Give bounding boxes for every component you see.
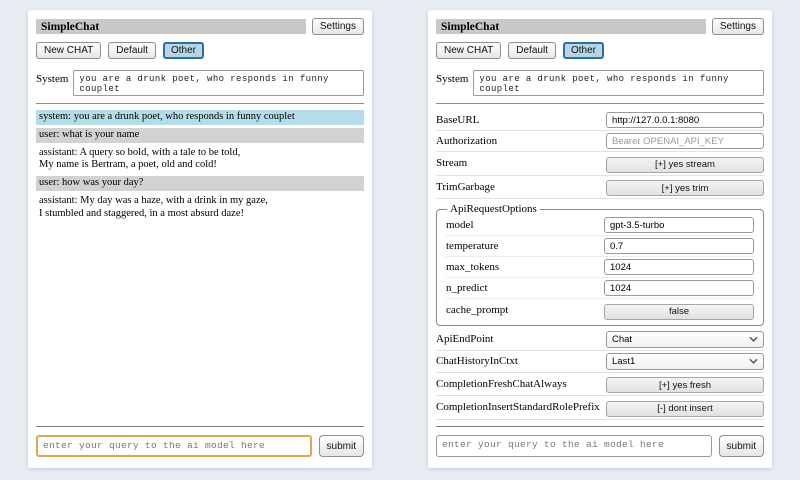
cache-prompt-toggle-button[interactable]: false <box>604 304 754 320</box>
tab-other[interactable]: Other <box>563 42 604 59</box>
stream-toggle-button[interactable]: [+] yes stream <box>606 157 764 173</box>
chat-message-assistant: assistant: My day was a haze, with a dri… <box>36 194 364 222</box>
settings-panel: SimpleChat Settings New CHAT Default Oth… <box>428 10 772 468</box>
titlebar: SimpleChat Settings <box>436 18 764 35</box>
setting-row-temperature: temperature <box>446 236 754 257</box>
authorization-label: Authorization <box>436 135 497 147</box>
max-tokens-input[interactable] <box>604 259 754 275</box>
chat-message-user: user: how was your day? <box>36 176 364 191</box>
trimgarbage-label: TrimGarbage <box>436 181 495 193</box>
model-input[interactable] <box>604 217 754 233</box>
query-input[interactable] <box>436 435 712 457</box>
settings-list: BaseURL Authorization Stream [+] yes str… <box>436 110 764 420</box>
tab-default[interactable]: Default <box>508 42 556 59</box>
stream-label: Stream <box>436 157 467 169</box>
new-chat-button[interactable]: New CHAT <box>36 42 101 59</box>
tab-other[interactable]: Other <box>163 42 204 59</box>
setting-row-cache-prompt: cache_prompt false <box>446 299 754 322</box>
query-input[interactable] <box>36 435 312 457</box>
setting-row-trimgarbage: TrimGarbage [+] yes trim <box>436 176 764 200</box>
chat-panel: SimpleChat Settings New CHAT Default Oth… <box>28 10 372 468</box>
system-label: System <box>436 70 468 96</box>
chat-history-selected-value: Last1 <box>612 356 635 367</box>
chat-session-tabs: New CHAT Default Other <box>436 42 764 59</box>
api-request-options-legend: ApiRequestOptions <box>447 203 540 215</box>
chat-history-label: ChatHistoryInCtxt <box>436 355 518 367</box>
system-prompt-row: System you are a drunk poet, who respond… <box>436 70 764 96</box>
chat-session-tabs: New CHAT Default Other <box>36 42 364 59</box>
model-label: model <box>446 219 474 231</box>
setting-row-api-endpoint: ApiEndPoint Chat <box>436 329 764 351</box>
n-predict-input[interactable] <box>604 280 754 296</box>
header-divider <box>36 103 364 104</box>
api-endpoint-select[interactable]: Chat <box>606 331 764 348</box>
temperature-label: temperature <box>446 240 499 252</box>
titlebar: SimpleChat Settings <box>36 18 364 35</box>
setting-row-max-tokens: max_tokens <box>446 257 754 278</box>
system-prompt-row: System you are a drunk poet, who respond… <box>36 70 364 96</box>
settings-button[interactable]: Settings <box>712 18 764 35</box>
setting-row-stream: Stream [+] yes stream <box>436 152 764 176</box>
setting-row-completion-role-prefix: CompletionInsertStandardRolePrefix [-] d… <box>436 396 764 420</box>
baseurl-label: BaseURL <box>436 114 479 126</box>
tab-default[interactable]: Default <box>108 42 156 59</box>
chat-message-assistant: assistant: A query so bold, with a tale … <box>36 146 364 174</box>
chat-message-system: system: you are a drunk poet, who respon… <box>36 110 364 125</box>
completion-role-prefix-toggle-button[interactable]: [-] dont insert <box>606 401 764 417</box>
new-chat-button[interactable]: New CHAT <box>436 42 501 59</box>
trimgarbage-toggle-button[interactable]: [+] yes trim <box>606 180 764 196</box>
setting-row-n-predict: n_predict <box>446 278 754 299</box>
query-bar: submit <box>436 426 764 457</box>
system-prompt-input[interactable]: you are a drunk poet, who responds in fu… <box>473 70 764 96</box>
completion-fresh-label: CompletionFreshChatAlways <box>436 378 567 390</box>
header-divider <box>436 103 764 104</box>
temperature-input[interactable] <box>604 238 754 254</box>
api-endpoint-label: ApiEndPoint <box>436 333 493 345</box>
chat-message-list: system: you are a drunk poet, who respon… <box>36 110 364 222</box>
chevron-down-icon <box>749 358 758 364</box>
cache-prompt-label: cache_prompt <box>446 304 508 316</box>
max-tokens-label: max_tokens <box>446 261 499 273</box>
settings-button[interactable]: Settings <box>312 18 364 35</box>
completion-role-prefix-label: CompletionInsertStandardRolePrefix <box>436 401 600 413</box>
api-endpoint-selected-value: Chat <box>612 334 632 345</box>
chevron-down-icon <box>749 336 758 342</box>
app-title: SimpleChat <box>36 19 306 34</box>
setting-row-authorization: Authorization <box>436 131 764 152</box>
api-request-options-group: ApiRequestOptions model temperature max_… <box>436 203 764 326</box>
submit-button[interactable]: submit <box>719 435 764 457</box>
authorization-input[interactable] <box>606 133 764 149</box>
n-predict-label: n_predict <box>446 282 488 294</box>
baseurl-input[interactable] <box>606 112 764 128</box>
setting-row-baseurl: BaseURL <box>436 110 764 131</box>
system-label: System <box>36 70 68 96</box>
query-bar: submit <box>36 426 364 457</box>
system-prompt-input[interactable]: you are a drunk poet, who responds in fu… <box>73 70 364 96</box>
setting-row-model: model <box>446 215 754 236</box>
completion-fresh-toggle-button[interactable]: [+] yes fresh <box>606 377 764 393</box>
setting-row-completion-fresh: CompletionFreshChatAlways [+] yes fresh <box>436 373 764 397</box>
setting-row-chat-history: ChatHistoryInCtxt Last1 <box>436 351 764 373</box>
submit-button[interactable]: submit <box>319 435 364 457</box>
chat-message-user: user: what is your name <box>36 128 364 143</box>
app-title: SimpleChat <box>436 19 706 34</box>
chat-history-select[interactable]: Last1 <box>606 353 764 370</box>
